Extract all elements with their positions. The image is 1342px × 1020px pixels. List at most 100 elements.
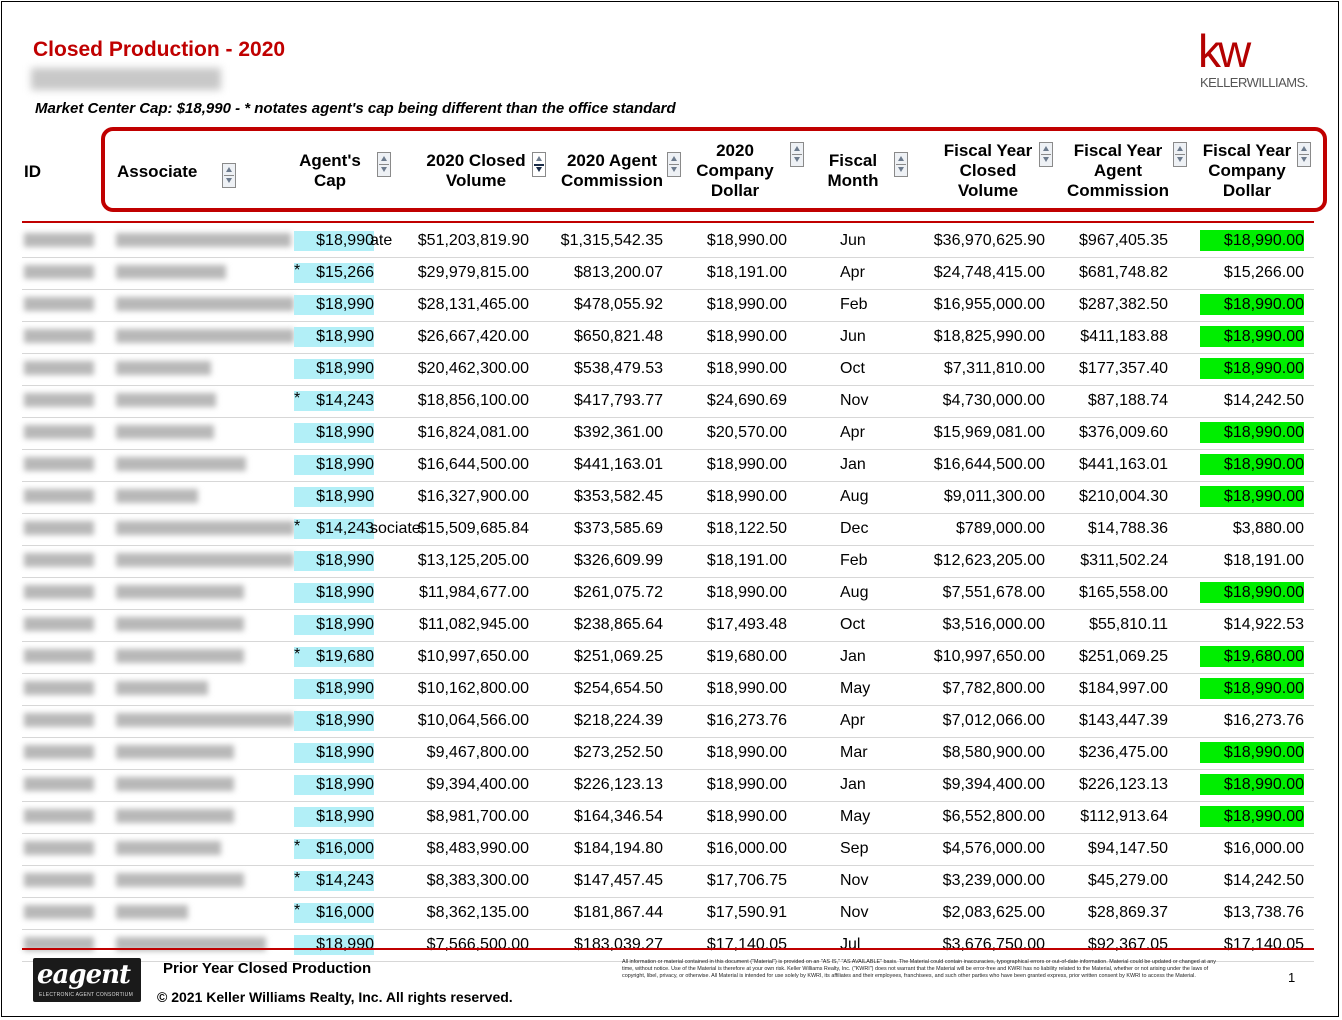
agent-id-redacted [24, 809, 94, 823]
agent-cap-cell: $18,990 [294, 615, 374, 635]
agent-cap-value: $18,990 [316, 456, 374, 473]
agent-commission-cell: $478,055.92 [574, 296, 663, 313]
fiscal-month-cell: Jun [840, 328, 866, 345]
fiscal-month-cell: Oct [840, 360, 865, 377]
associate-name-redacted [116, 329, 294, 343]
fy-closed-volume-cell: $7,012,066.00 [942, 712, 1045, 729]
data-table: $18,990 ate $51,203,819.90 $1,315,542.35 $18… [22, 226, 1314, 962]
agent-commission-cell: $183,039.27 [574, 936, 663, 953]
footer-divider [22, 948, 1314, 950]
cap-different-marker: * [294, 518, 301, 535]
agent-cap-value: $15,266 [316, 264, 374, 281]
agent-cap-value: $18,990 [316, 552, 374, 569]
agent-cap-value: $18,990 [316, 616, 374, 633]
cap-different-marker: * [294, 870, 301, 887]
closed-volume-cell: $20,462,300.00 [417, 360, 529, 377]
associate-name-redacted [116, 809, 234, 823]
fy-closed-volume-cell: $12,623,205.00 [933, 552, 1045, 569]
agent-commission-cell: $538,479.53 [574, 360, 663, 377]
overlapping-text: ate [370, 232, 393, 249]
fy-company-dollar-cell: $18,990.00 [1223, 232, 1304, 249]
fiscal-month-cell: Jan [840, 648, 866, 665]
agent-id-redacted [24, 361, 94, 375]
associate-name-redacted [116, 841, 221, 855]
closed-volume-cell: $8,981,700.00 [426, 808, 529, 825]
table-row: $18,990 $16,824,081.00 $392,361.00 $20,570.… [22, 418, 1314, 450]
agent-cap-cell: $18,990 [294, 743, 374, 763]
agent-cap-cell: $18,990 [294, 423, 374, 443]
agent-id-redacted [24, 457, 94, 471]
agent-id-redacted [24, 681, 94, 695]
kw-logo-mark: kw [1198, 25, 1251, 77]
fiscal-month-cell: Feb [840, 296, 868, 313]
fy-company-dollar-cell: $16,273.76 [1223, 712, 1304, 729]
company-dollar-cell: $18,990.00 [706, 232, 787, 249]
agent-id-redacted [24, 649, 94, 663]
company-dollar-cell: $17,493.48 [706, 616, 787, 633]
fiscal-month-cell: Nov [840, 904, 869, 921]
fy-closed-volume-cell: $2,083,625.00 [942, 904, 1045, 921]
table-row: $18,990 $7,566,500.00 $183,039.27 $17,140.0… [22, 930, 1314, 962]
footer-title: Prior Year Closed Production [163, 960, 372, 977]
page-number: 1 [1288, 970, 1296, 985]
fy-agent-commission-cell: $251,069.25 [1079, 648, 1168, 665]
table-row: $18,990 $8,981,700.00 $164,346.54 $18,990.0… [22, 802, 1314, 834]
agent-id-redacted [24, 233, 94, 247]
company-dollar-cell: $18,990.00 [706, 744, 787, 761]
agent-id-redacted [24, 265, 94, 279]
table-row: $18,990 $10,064,566.00 $218,224.39 $16,273.… [22, 706, 1314, 738]
table-row: $18,990 $20,462,300.00 $538,479.53 $18,990.… [22, 354, 1314, 386]
fy-closed-volume-cell: $9,011,300.00 [943, 488, 1045, 505]
fiscal-month-cell: May [840, 808, 871, 825]
company-dollar-cell: $16,273.76 [706, 712, 787, 729]
associate-name-redacted [116, 553, 294, 567]
fy-company-dollar-cell: $18,990.00 [1223, 296, 1304, 313]
agent-cap-cell: $18,990 [294, 583, 374, 603]
fiscal-month-cell: May [840, 680, 871, 697]
agent-commission-cell: $184,194.80 [574, 840, 663, 857]
agent-cap-value: $18,990 [316, 808, 374, 825]
kw-logo-text: KELLERWILLIAMS. [1200, 75, 1308, 90]
fy-agent-commission-cell: $441,163.01 [1079, 456, 1168, 473]
fy-closed-volume-cell: $3,676,750.00 [942, 936, 1045, 953]
overlapping-text: sociate [370, 520, 421, 537]
fiscal-month-cell: Mar [840, 744, 868, 761]
company-dollar-cell: $18,990.00 [706, 328, 787, 345]
agent-cap-cell: $18,990 [294, 487, 374, 507]
table-row: $14,243 * sociate $15,509,685.84 $373,585.69… [22, 514, 1314, 546]
cap-different-marker: * [294, 646, 301, 663]
footer-copyright: © 2021 Keller Williams Realty, Inc. All … [157, 989, 513, 1005]
fiscal-month-cell: Oct [840, 616, 865, 633]
fy-closed-volume-cell: $4,730,000.00 [942, 392, 1045, 409]
company-dollar-cell: $18,990.00 [706, 680, 787, 697]
agent-cap-cell: $14,243 [294, 519, 374, 539]
table-row: $18,990 $28,131,465.00 $478,055.92 $18,990.… [22, 290, 1314, 322]
agent-cap-cell: $18,990 [294, 775, 374, 795]
agent-id-redacted [24, 713, 94, 727]
fy-closed-volume-cell: $7,311,810.00 [943, 360, 1045, 377]
closed-volume-cell: $29,979,815.00 [417, 264, 529, 281]
closed-volume-cell: $10,162,800.00 [417, 680, 529, 697]
company-dollar-cell: $17,706.75 [706, 872, 787, 889]
agent-commission-cell: $353,582.45 [574, 488, 663, 505]
agent-cap-cell: $16,000 [294, 903, 374, 923]
agent-commission-cell: $392,361.00 [574, 424, 663, 441]
fiscal-month-cell: Jun [840, 232, 866, 249]
fy-agent-commission-cell: $143,447.39 [1079, 712, 1168, 729]
company-dollar-cell: $20,570.00 [706, 424, 787, 441]
company-dollar-cell: $18,990.00 [706, 808, 787, 825]
fiscal-month-cell: Apr [840, 424, 865, 441]
agent-cap-value: $18,990 [316, 712, 374, 729]
agent-commission-cell: $273,252.50 [574, 744, 663, 761]
fy-company-dollar-cell: $18,191.00 [1223, 552, 1304, 569]
agent-commission-cell: $1,315,542.35 [560, 232, 663, 249]
table-row: $18,990 $13,125,205.00 $326,609.99 $18,191.… [22, 546, 1314, 578]
agent-commission-cell: $251,069.25 [574, 648, 663, 665]
agent-cap-cell: $18,990 [294, 455, 374, 475]
fiscal-month-cell: Feb [840, 552, 868, 569]
company-dollar-cell: $18,990.00 [706, 360, 787, 377]
associate-name-redacted [116, 873, 244, 887]
agent-commission-cell: $164,346.54 [574, 808, 663, 825]
agent-id-redacted [24, 521, 94, 535]
fy-company-dollar-cell: $15,266.00 [1223, 264, 1304, 281]
